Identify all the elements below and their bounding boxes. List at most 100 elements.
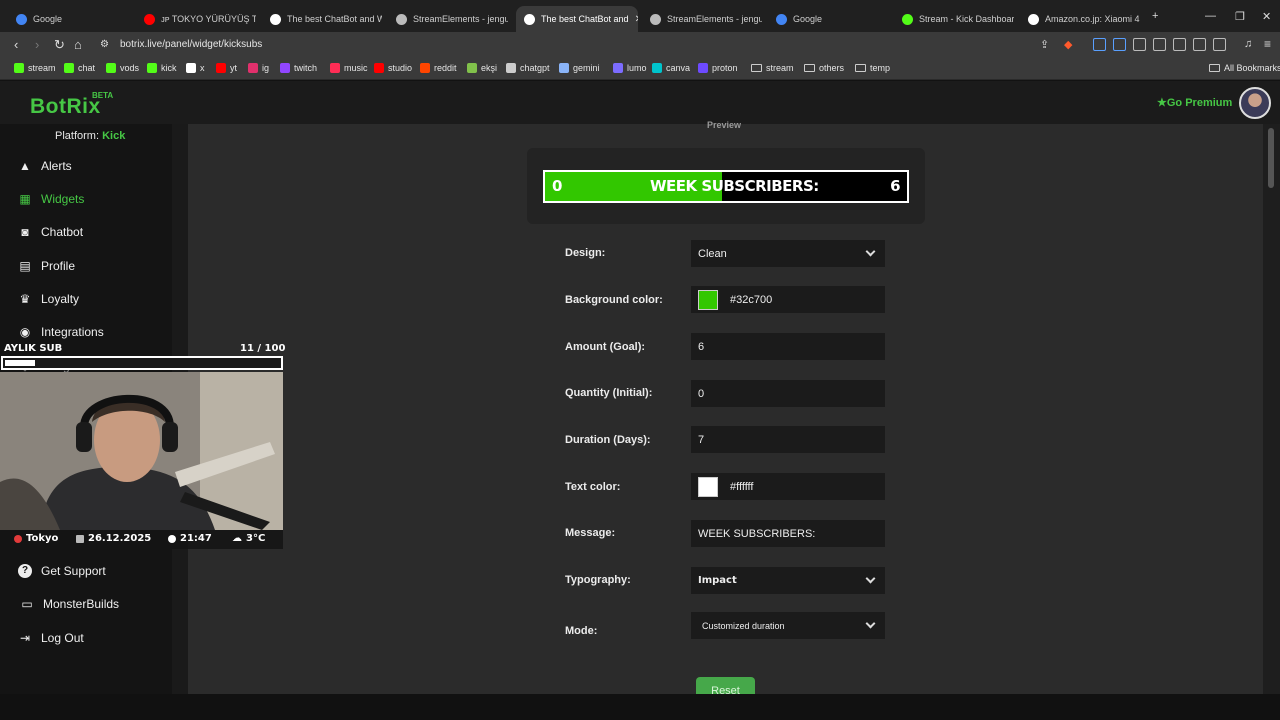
star-icon: ★ xyxy=(1157,97,1167,109)
bookmark-x[interactable]: x xyxy=(186,63,205,73)
typography-select[interactable]: Impact xyxy=(691,567,885,594)
lumo-icon xyxy=(613,63,623,73)
avatar[interactable] xyxy=(1239,87,1271,119)
text-color-swatch[interactable] xyxy=(698,476,718,497)
home-icon[interactable]: ⌂ xyxy=(74,37,82,52)
background-color-swatch[interactable] xyxy=(698,289,718,310)
bookmark-twitch[interactable]: twitch xyxy=(280,63,317,73)
screenshot-icon[interactable] xyxy=(1193,38,1206,51)
folder-icon xyxy=(1209,64,1220,72)
mode-label: Mode: xyxy=(565,625,598,637)
browser-tab[interactable]: ᴊᴘ TOKYO YÜRÜYÜŞ TURU xyxy=(136,6,256,32)
browser-tab[interactable]: StreamElements - jenguel xyxy=(388,6,508,32)
sidebar-item-profile[interactable]: ▤ Profile xyxy=(18,259,75,273)
restore-icon[interactable]: ❐ xyxy=(1235,10,1245,23)
amount-goal-input[interactable]: 6 xyxy=(691,333,885,360)
bookmark-stream[interactable]: stream xyxy=(751,63,794,73)
reader-icon[interactable] xyxy=(1173,38,1186,51)
kick-icon xyxy=(147,63,157,73)
logout-icon: ⇥ xyxy=(19,631,31,645)
bookmark-reddit[interactable]: reddit xyxy=(420,63,457,73)
chevron-down-icon xyxy=(865,573,876,584)
browser-tab[interactable]: The best ChatBot and Wid xyxy=(262,6,382,32)
extension-icon[interactable] xyxy=(1113,38,1126,51)
extension-icon[interactable] xyxy=(1093,38,1106,51)
bookmark-proton[interactable]: proton xyxy=(698,63,738,73)
close-window-icon[interactable]: ✕ xyxy=(1262,10,1271,23)
bookmark-chatgpt[interactable]: chatgpt xyxy=(506,63,550,73)
chatgpt-icon xyxy=(506,63,516,73)
sidebar-item-integrations[interactable]: ◉ Integrations xyxy=(18,325,104,339)
browser-tab[interactable]: The best ChatBot and ✕ xyxy=(516,6,638,32)
url-field[interactable]: botrix.live/panel/widget/kicksubs xyxy=(120,39,262,50)
chevron-down-icon xyxy=(865,618,876,629)
bookmark-music[interactable]: music xyxy=(330,63,368,73)
back-icon[interactable]: ‹ xyxy=(14,37,18,52)
forward-icon[interactable]: › xyxy=(35,37,39,52)
bookmark-yt[interactable]: yt xyxy=(216,63,237,73)
laptop-icon: ▭ xyxy=(21,597,33,611)
proton-icon xyxy=(698,63,708,73)
link-icon[interactable] xyxy=(1213,38,1226,51)
bookmark-lumo[interactable]: lumo xyxy=(613,63,647,73)
sidebar-item-chatbot[interactable]: ◙ Chatbot xyxy=(18,225,83,239)
duration-days-input[interactable]: 7 xyxy=(691,426,885,453)
browser-tab[interactable]: StreamElements - jenguel xyxy=(642,6,762,32)
sidebar-item-get support[interactable]: ? Get Support xyxy=(18,564,106,578)
browser-tab[interactable]: Stream - Kick Dashboard xyxy=(894,6,1014,32)
message-input[interactable]: WEEK SUBSCRIBERS: xyxy=(691,520,885,547)
quantity-initial-label: Quantity (Initial): xyxy=(565,387,653,399)
brave-shield-icon[interactable]: ◆ xyxy=(1064,38,1072,51)
media-icon[interactable]: ♫ xyxy=(1244,38,1252,50)
browser-tab[interactable]: Google xyxy=(8,6,128,32)
overlay-goal-count: 11 / 100 xyxy=(240,343,286,354)
mode-select[interactable]: Customized duration xyxy=(691,612,885,639)
bookmark-canva[interactable]: canva xyxy=(652,63,690,73)
tab-favicon-icon xyxy=(396,13,407,25)
bookmark-others[interactable]: others xyxy=(804,63,844,73)
tab-title: StreamElements - jenguel xyxy=(667,14,762,24)
browser-tab[interactable]: Amazon.co.jp: Xiaomi 4K xyxy=(1020,6,1140,32)
background-color-field[interactable]: #32c700 xyxy=(691,286,885,313)
bookmark-ig[interactable]: ig xyxy=(248,63,269,73)
all-bookmarks[interactable]: All Bookmarks xyxy=(1209,63,1280,73)
site-info-icon[interactable]: ⚙ xyxy=(100,39,109,50)
folder-icon xyxy=(751,64,762,72)
browser-tab[interactable]: Google xyxy=(768,6,888,32)
quantity-initial-input[interactable]: 0 xyxy=(691,380,885,407)
sidebar-icon[interactable] xyxy=(1153,38,1166,51)
bookmark-vods[interactable]: vods xyxy=(106,63,139,73)
bookmark-studio[interactable]: studio xyxy=(374,63,412,73)
design-select[interactable]: Clean xyxy=(691,240,885,267)
go-premium-link[interactable]: ★Go Premium xyxy=(1157,96,1232,109)
puzzle-icon[interactable] xyxy=(1133,38,1146,51)
tab-title: Amazon.co.jp: Xiaomi 4K xyxy=(1045,14,1140,24)
bookmarks-bar: stream chat vods kick x yt ig twitch music studio… xyxy=(0,58,1280,80)
kick-icon xyxy=(106,63,116,73)
tab-favicon-icon xyxy=(902,13,913,25)
warning-icon: ▲ xyxy=(19,159,31,173)
scrollbar[interactable] xyxy=(1263,124,1280,694)
share-icon[interactable]: ⇪ xyxy=(1040,38,1049,51)
bookmark-kick[interactable]: kick xyxy=(147,63,177,73)
sidebar-item-loyalty[interactable]: ♛ Loyalty xyxy=(18,292,79,306)
text-color-field[interactable]: #ffffff xyxy=(691,473,885,500)
scrollbar-thumb[interactable] xyxy=(1268,128,1274,188)
bookmark-ekşi[interactable]: ekşi xyxy=(467,63,497,73)
bookmark-stream[interactable]: stream xyxy=(14,63,56,73)
sidebar-item-alerts[interactable]: ▲ Alerts xyxy=(18,159,72,173)
bookmark-gemini[interactable]: gemini xyxy=(559,63,600,73)
canva-icon xyxy=(652,63,662,73)
new-tab-button[interactable]: + xyxy=(1152,10,1158,22)
sidebar-item-monsterbuilds[interactable]: ▭ MonsterBuilds xyxy=(20,597,119,611)
close-tab-icon[interactable]: ✕ xyxy=(635,14,638,25)
sidebar-item-log out[interactable]: ⇥ Log Out xyxy=(18,631,84,645)
menu-icon[interactable]: ≡ xyxy=(1264,37,1271,51)
bookmark-chat[interactable]: chat xyxy=(64,63,95,73)
cloud-icon: ☁ xyxy=(232,533,242,544)
reload-icon[interactable]: ↻ xyxy=(54,37,65,53)
minimize-icon[interactable]: — xyxy=(1205,10,1216,22)
sidebar-item-widgets[interactable]: ▦ Widgets xyxy=(18,192,84,206)
botrix-logo[interactable]: BotRix xyxy=(30,95,101,119)
bookmark-temp[interactable]: temp xyxy=(855,63,890,73)
